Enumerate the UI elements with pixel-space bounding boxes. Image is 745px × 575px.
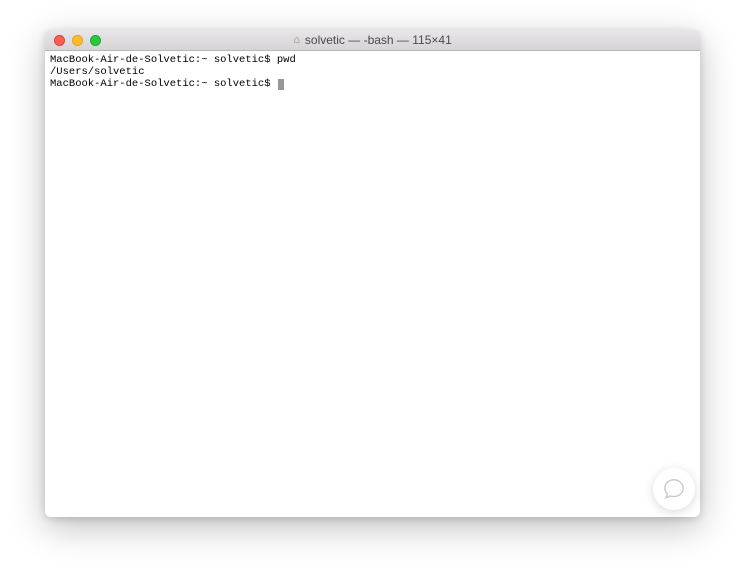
output: /Users/solvetic <box>50 66 145 78</box>
chat-help-button[interactable] <box>653 468 695 510</box>
cursor-icon <box>278 79 284 90</box>
maximize-button[interactable] <box>90 35 101 46</box>
chat-bubble-icon <box>663 478 685 500</box>
home-icon: ⌂ <box>293 35 300 46</box>
command: pwd <box>277 54 296 66</box>
terminal-content[interactable]: MacBook-Air-de-Solvetic:~ solvetic$ pwd/… <box>45 51 700 517</box>
traffic-lights <box>45 35 101 46</box>
minimize-button[interactable] <box>72 35 83 46</box>
window-title: solvetic — -bash — 115×41 <box>305 33 452 47</box>
close-button[interactable] <box>54 35 65 46</box>
terminal-line: MacBook-Air-de-Solvetic:~ solvetic$ pwd <box>50 54 695 66</box>
prompt: MacBook-Air-de-Solvetic:~ solvetic$ <box>50 54 277 66</box>
window-title-container: ⌂ solvetic — -bash — 115×41 <box>45 30 700 50</box>
prompt: MacBook-Air-de-Solvetic:~ solvetic$ <box>50 78 277 90</box>
window-titlebar[interactable]: ⌂ solvetic — -bash — 115×41 <box>45 30 700 51</box>
terminal-line: MacBook-Air-de-Solvetic:~ solvetic$ <box>50 78 695 90</box>
terminal-window: ⌂ solvetic — -bash — 115×41 MacBook-Air-… <box>45 30 700 517</box>
terminal-line: /Users/solvetic <box>50 66 695 78</box>
